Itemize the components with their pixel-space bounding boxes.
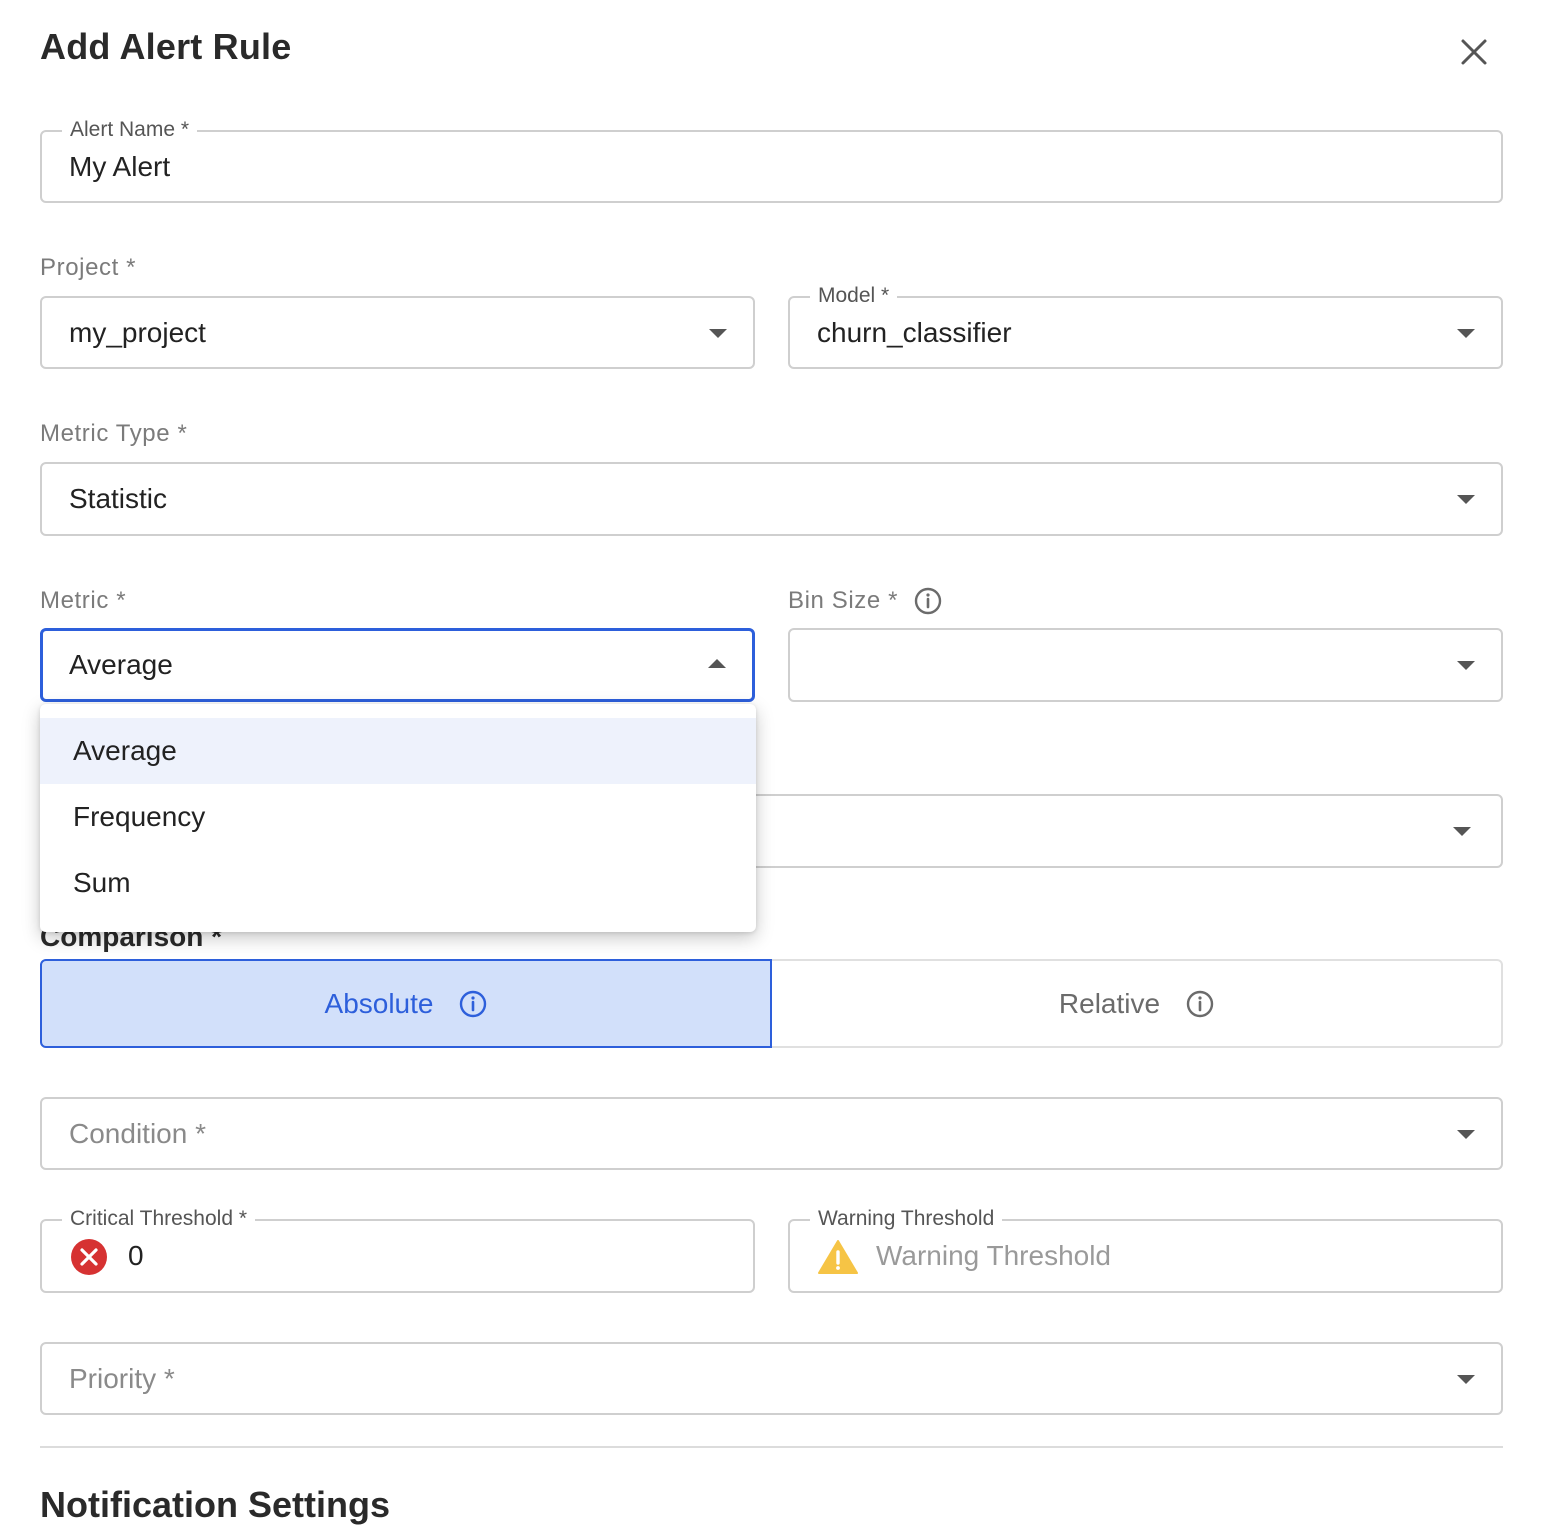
relative-label: Relative [1058, 987, 1161, 1019]
comparison-absolute-button[interactable]: Absolute [40, 959, 772, 1048]
metric-type-value: Statistic [69, 483, 168, 514]
metric-value: Average [69, 649, 173, 680]
critical-threshold-input[interactable]: 0 [128, 1221, 144, 1291]
chevron-down-icon [1457, 328, 1475, 338]
project-value: my_project [69, 316, 206, 348]
condition-placeholder: Condition * [69, 1117, 206, 1149]
close-button[interactable] [1452, 30, 1496, 74]
bin-size-label-row: Bin Size * [788, 587, 942, 615]
absolute-label: Absolute [324, 987, 434, 1019]
priority-placeholder: Priority * [69, 1362, 175, 1394]
notification-settings-title: Notification Settings [40, 1484, 390, 1525]
dialog-title: Add Alert Rule [40, 26, 292, 67]
menu-item-sum[interactable]: Sum [40, 850, 756, 916]
chevron-down-icon [1457, 661, 1475, 670]
critical-threshold-field[interactable]: Critical Threshold * 0 [40, 1206, 755, 1293]
close-icon [1461, 39, 1487, 65]
priority-select[interactable]: Priority * [40, 1342, 1503, 1415]
project-label: Project * [40, 254, 137, 281]
critical-threshold-label: Critical Threshold * [62, 1206, 256, 1232]
chevron-down-icon [1457, 1374, 1475, 1384]
info-icon[interactable] [914, 587, 942, 615]
info-icon[interactable] [459, 990, 487, 1018]
warning-triangle-icon [818, 1240, 858, 1274]
section-divider [40, 1446, 1503, 1448]
metric-select[interactable]: Average [40, 628, 755, 702]
chevron-up-icon [708, 659, 726, 668]
error-circle-icon [71, 1239, 107, 1275]
metric-dropdown-menu: Average Frequency Sum [40, 704, 756, 932]
bin-size-label: Bin Size * [788, 587, 899, 614]
condition-select[interactable]: Condition * [40, 1097, 1503, 1170]
chevron-down-icon [1453, 827, 1471, 836]
model-select[interactable]: Model * churn_classifier [788, 283, 1503, 369]
chevron-down-icon [1457, 495, 1475, 504]
bin-size-select[interactable] [788, 628, 1503, 702]
menu-item-frequency[interactable]: Frequency [40, 784, 756, 850]
warning-threshold-field[interactable]: Warning Threshold Warning Threshold [788, 1206, 1503, 1293]
warning-threshold-input[interactable]: Warning Threshold [876, 1221, 1111, 1291]
menu-item-average[interactable]: Average [40, 718, 756, 784]
metric-type-select[interactable]: Statistic [40, 462, 1503, 536]
model-value: churn_classifier [817, 316, 1012, 348]
alert-name-field[interactable]: Alert Name * My Alert [40, 117, 1503, 203]
metric-type-label: Metric Type * [40, 420, 188, 447]
comparison-relative-button[interactable]: Relative [772, 959, 1503, 1048]
chevron-down-icon [709, 328, 727, 338]
chevron-down-icon [1457, 1129, 1475, 1139]
project-select[interactable]: my_project [40, 296, 755, 369]
info-icon[interactable] [1186, 990, 1214, 1018]
alert-name-input[interactable]: My Alert [69, 132, 170, 201]
metric-label: Metric * [40, 587, 127, 614]
